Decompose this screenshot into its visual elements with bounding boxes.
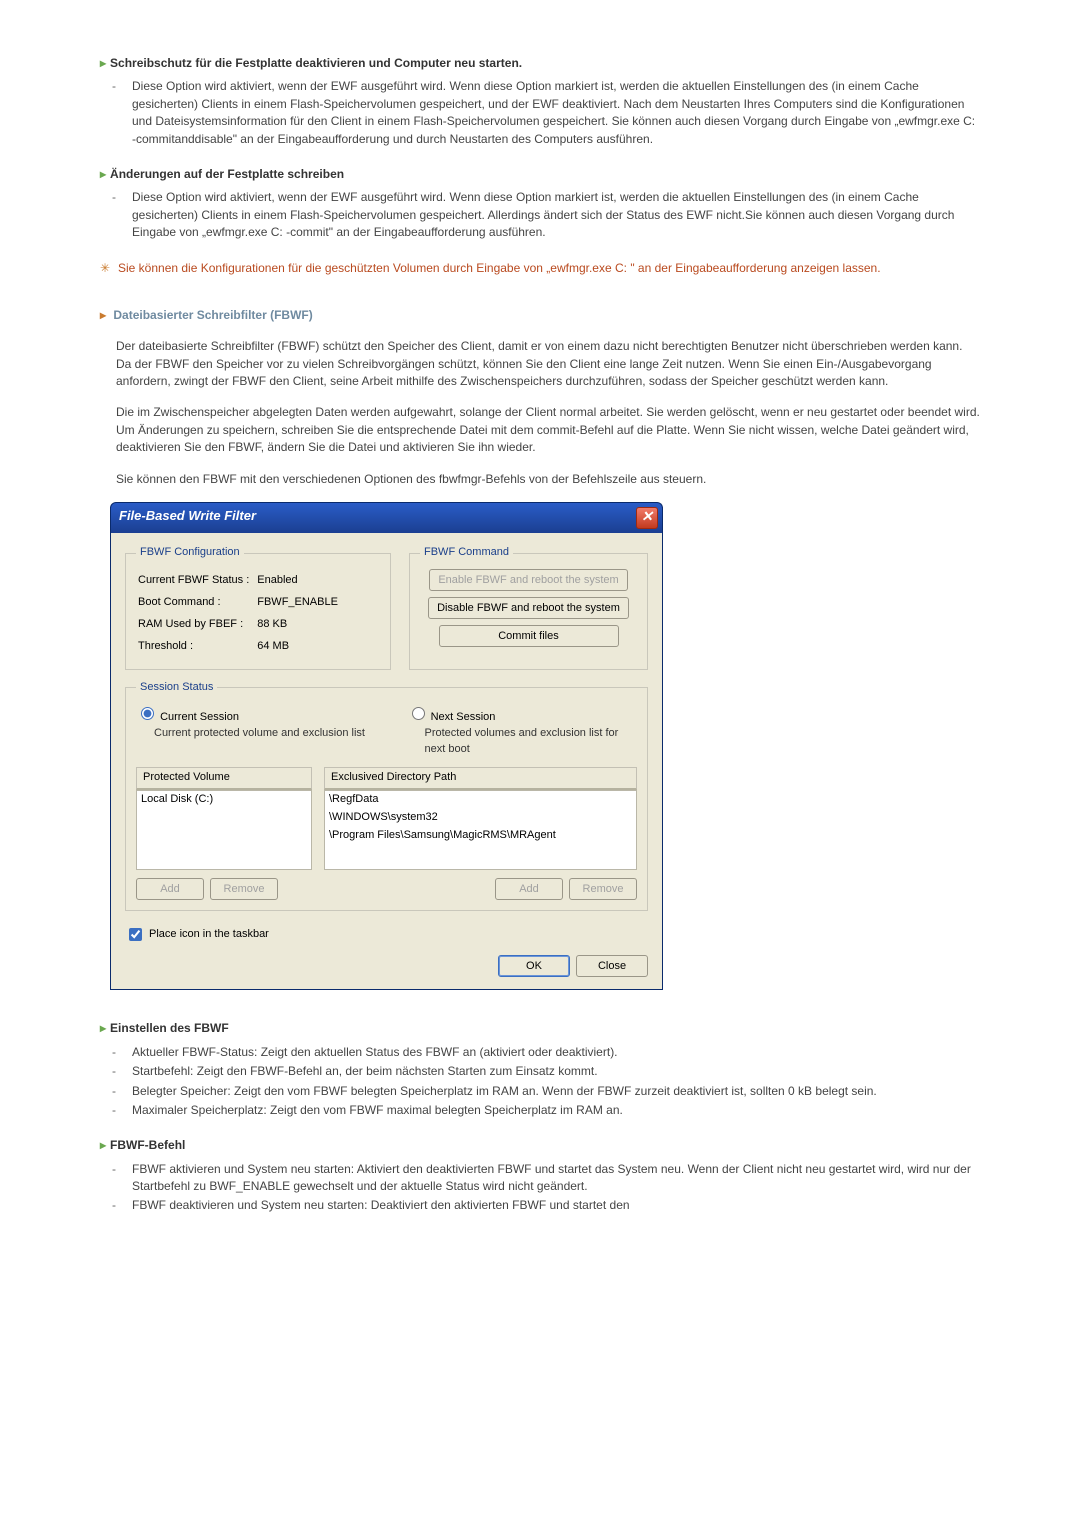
lbl-status: Current FBWF Status : (138, 571, 255, 591)
legend-command: FBWF Command (420, 545, 513, 561)
list-einstellen: Aktueller FBWF-Status: Zeigt den aktuell… (100, 1044, 980, 1120)
add-path-button[interactable]: Add (495, 878, 563, 900)
fbwf-dialog: File-Based Write Filter ✕ FBWF Configura… (110, 502, 663, 990)
heading-text: Einstellen des FBWF (110, 1021, 229, 1035)
heading-disable-protection: ▸ Schreibschutz für die Festplatte deakti… (100, 55, 980, 72)
list-item: FBWF aktivieren und System neu starten: … (124, 1161, 980, 1196)
arrow-icon: ▸ (100, 167, 106, 181)
list-item: FBWF deaktivieren und System neu starten… (124, 1197, 980, 1214)
lbl-ram: RAM Used by FBEF : (138, 615, 255, 635)
val-threshold: 64 MB (257, 637, 344, 657)
lbl-threshold: Threshold : (138, 637, 255, 657)
list-item[interactable]: \WINDOWS\system32 (325, 809, 636, 827)
heading-text: Schreibschutz für die Festplatte deaktiv… (110, 56, 522, 70)
heading-text: Dateibasierter Schreibfilter (FBWF) (113, 308, 312, 322)
list-item: Maximaler Speicherplatz: Zeigt den vom F… (124, 1102, 980, 1119)
list-item: Diese Option wird aktiviert, wenn der EW… (124, 189, 980, 241)
group-fbwf-config: FBWF Configuration Current FBWF Status :… (125, 545, 391, 670)
note-text: Sie können die Konfigurationen für die g… (118, 261, 881, 275)
checkbox-taskbar-icon[interactable]: Place icon in the taskbar (125, 925, 269, 944)
dialog-title: File-Based Write Filter (119, 507, 256, 526)
legend-config: FBWF Configuration (136, 545, 244, 561)
para-fbwf-1: Der dateibasierte Schreibfilter (FBWF) s… (116, 338, 980, 390)
arrow-icon: ▸ (100, 56, 106, 70)
para-fbwf-3: Sie können den FBWF mit den verschiedene… (116, 471, 980, 488)
disable-fbwf-button[interactable]: Disable FBWF and reboot the system (428, 597, 629, 619)
desc-current: Current protected volume and exclusion l… (154, 726, 367, 742)
note-icon: ✳ (100, 260, 110, 277)
close-button[interactable]: Close (576, 955, 648, 977)
legend-session: Session Status (136, 680, 217, 696)
arrow-icon: ▸ (100, 1138, 106, 1152)
list-item[interactable]: Local Disk (C:) (137, 791, 311, 809)
list-s2: Diese Option wird aktiviert, wenn der EW… (100, 189, 980, 241)
val-boot: FBWF_ENABLE (257, 593, 344, 613)
para-fbwf-2: Die im Zwischenspeicher abgelegten Daten… (116, 404, 980, 456)
radio-current-session[interactable]: Current Session (136, 711, 239, 723)
list-item[interactable]: \Program Files\Samsung\MagicRMS\MRAgent (325, 827, 636, 845)
heading-text: Änderungen auf der Festplatte schreiben (110, 167, 344, 181)
list-item: Diese Option wird aktiviert, wenn der EW… (124, 78, 980, 148)
remove-path-button[interactable]: Remove (569, 878, 637, 900)
arrow-icon: ▸ (100, 1021, 106, 1035)
enable-fbwf-button[interactable]: Enable FBWF and reboot the system (429, 569, 627, 591)
list-item: Aktueller FBWF-Status: Zeigt den aktuell… (124, 1044, 980, 1061)
list-item[interactable]: \RegfData (325, 791, 636, 809)
radio-next-session[interactable]: Next Session (407, 711, 496, 723)
lbl-boot: Boot Command : (138, 593, 255, 613)
ok-button[interactable]: OK (498, 955, 570, 977)
heading-text: FBWF-Befehl (110, 1138, 185, 1152)
group-fbwf-command: FBWF Command Enable FBWF and reboot the … (409, 545, 648, 670)
close-icon[interactable]: ✕ (636, 507, 658, 529)
list-protected-volume[interactable]: Local Disk (C:) (136, 790, 312, 870)
config-table: Current FBWF Status :Enabled Boot Comman… (136, 569, 346, 659)
remove-volume-button[interactable]: Remove (210, 878, 278, 900)
dialog-titlebar[interactable]: File-Based Write Filter ✕ (110, 502, 663, 533)
list-item: Startbefehl: Zeigt den FBWF-Befehl an, d… (124, 1063, 980, 1080)
list-s1: Diese Option wird aktiviert, wenn der EW… (100, 78, 980, 148)
heading-write-changes: ▸ Änderungen auf der Festplatte schreiben (100, 166, 980, 183)
heading-befehl: ▸ FBWF-Befehl (100, 1137, 980, 1154)
arrow-icon: ▸ (100, 308, 106, 322)
commit-files-button[interactable]: Commit files (439, 625, 619, 647)
val-ram: 88 KB (257, 615, 344, 635)
heading-fbwf: ▸ Dateibasierter Schreibfilter (FBWF) (100, 307, 980, 324)
val-status: Enabled (257, 571, 344, 591)
group-session-status: Session Status Current Session Current p… (125, 680, 648, 912)
header-protected-volume[interactable]: Protected Volume (136, 767, 312, 790)
add-volume-button[interactable]: Add (136, 878, 204, 900)
list-exclusive-path[interactable]: \RegfData \WINDOWS\system32 \Program Fil… (324, 790, 637, 870)
header-exclusive-path[interactable]: Exclusived Directory Path (324, 767, 637, 790)
list-befehl: FBWF aktivieren und System neu starten: … (100, 1161, 980, 1215)
desc-next: Protected volumes and exclusion list for… (425, 726, 638, 758)
note-ewfmgr: ✳ Sie können die Konfigurationen für die … (100, 260, 980, 277)
list-item: Belegter Speicher: Zeigt den vom FBWF be… (124, 1083, 980, 1100)
heading-einstellen: ▸ Einstellen des FBWF (100, 1020, 980, 1037)
